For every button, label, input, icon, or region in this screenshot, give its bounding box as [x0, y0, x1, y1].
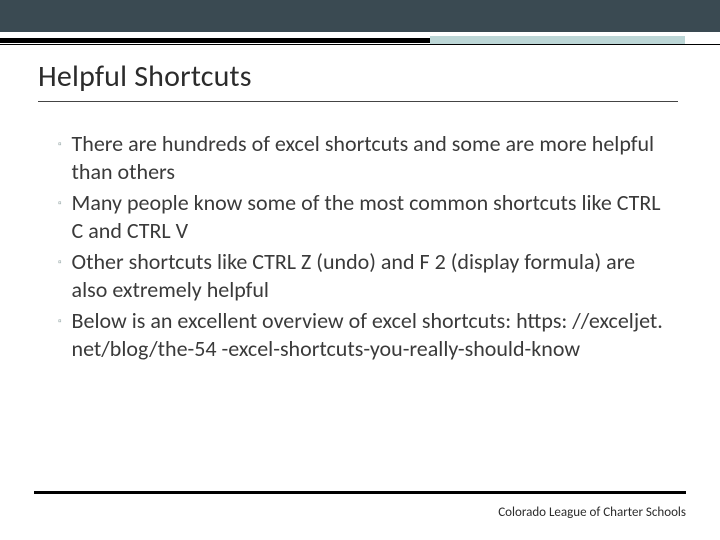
list-item: ▫ Below is an excellent overview of exce…: [58, 307, 666, 362]
bullet-icon: ▫: [58, 316, 62, 326]
bullet-text: There are hundreds of excel shortcuts an…: [72, 130, 666, 185]
bullet-text: Many people know some of the most common…: [72, 189, 666, 244]
bullet-icon: ▫: [58, 198, 62, 208]
top-band: [0, 0, 720, 32]
list-item: ▫ There are hundreds of excel shortcuts …: [58, 130, 666, 185]
bullet-text: Other shortcuts like CTRL Z (undo) and F…: [72, 248, 666, 303]
footer-divider: [34, 491, 686, 494]
accent-black: [0, 38, 430, 43]
bullet-text: Below is an excellent overview of excel …: [72, 307, 666, 362]
list-item: ▫ Many people know some of the most comm…: [58, 189, 666, 244]
bullet-icon: ▫: [58, 139, 62, 149]
slide-title: Helpful Shortcuts: [38, 58, 678, 102]
footer-text: Colorado League of Charter Schools: [498, 505, 686, 520]
accent-bar: [0, 32, 720, 56]
accent-thin-line: [0, 44, 720, 45]
accent-teal: [430, 36, 685, 44]
slide: Helpful Shortcuts ▫ There are hundreds o…: [0, 0, 720, 540]
list-item: ▫ Other shortcuts like CTRL Z (undo) and…: [58, 248, 666, 303]
slide-content: ▫ There are hundreds of excel shortcuts …: [58, 130, 666, 362]
bullet-icon: ▫: [58, 257, 62, 267]
bullet-list: ▫ There are hundreds of excel shortcuts …: [58, 130, 666, 362]
